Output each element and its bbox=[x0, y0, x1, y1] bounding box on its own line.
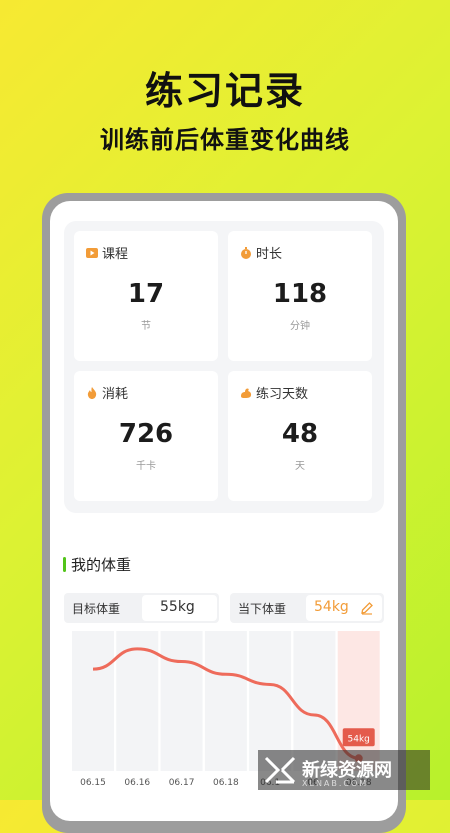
watermark-url: XLNAB.COM bbox=[302, 779, 369, 788]
video-icon bbox=[86, 247, 98, 258]
stat-unit-days: 天 bbox=[295, 461, 305, 472]
timer-icon bbox=[241, 246, 251, 259]
stat-card-courses[interactable]: 课程 17 节 bbox=[74, 231, 218, 361]
chart-column-bg[interactable] bbox=[160, 631, 203, 771]
chart-column-bg[interactable] bbox=[204, 631, 247, 771]
stat-value-calories: 726 bbox=[118, 419, 174, 449]
watermark: 新绿资源网 XLNAB.COM bbox=[258, 750, 430, 790]
stat-unit-courses: 节 bbox=[141, 321, 151, 332]
stat-label-text: 练习天数 bbox=[256, 387, 309, 402]
stat-value-courses: 17 bbox=[127, 279, 165, 309]
page-subtitle: 训练前后体重变化曲线 bbox=[100, 126, 350, 154]
stat-card-days[interactable]: 练习天数 48 天 bbox=[228, 371, 372, 501]
target-weight-box[interactable]: 目标体重 55kg bbox=[64, 593, 219, 623]
x-tick-label: 06.18 bbox=[213, 778, 239, 788]
stat-label-courses: 课程 bbox=[86, 243, 128, 262]
stat-value-duration: 118 bbox=[272, 279, 328, 309]
stats-panel: 课程 17 节 时长 118 分钟 消耗 726 千卡 练习天数 48 天 bbox=[64, 221, 384, 513]
target-weight-value: 55kg bbox=[160, 599, 195, 615]
edit-pencil-icon[interactable] bbox=[360, 601, 374, 615]
stat-label-calories: 消耗 bbox=[86, 383, 128, 402]
highlight-value-label: 54kg bbox=[348, 734, 370, 744]
current-weight-value-field[interactable]: 54kg bbox=[306, 595, 382, 621]
muscle-icon bbox=[241, 388, 252, 398]
target-weight-value-field[interactable]: 55kg bbox=[142, 595, 217, 621]
target-weight-label: 目标体重 bbox=[72, 602, 121, 616]
stat-label-text: 时长 bbox=[256, 247, 283, 262]
stat-unit-duration: 分钟 bbox=[290, 321, 310, 332]
stat-label-duration: 时长 bbox=[240, 243, 282, 262]
stat-label-text: 课程 bbox=[102, 247, 129, 262]
x-tick-label: 06.16 bbox=[124, 778, 150, 788]
x-tick-label: 06.15 bbox=[80, 778, 106, 788]
chart-column-bg[interactable] bbox=[72, 631, 114, 771]
section-title-weight: 我的体重 bbox=[71, 556, 132, 574]
flame-icon bbox=[87, 386, 97, 399]
section-accent-bar bbox=[63, 557, 66, 572]
stat-card-calories[interactable]: 消耗 726 千卡 bbox=[74, 371, 218, 501]
watermark-logo-icon bbox=[264, 756, 296, 784]
app-screen: 课程 17 节 时长 118 分钟 消耗 726 千卡 练习天数 48 天 我的… bbox=[50, 201, 398, 821]
stat-card-duration[interactable]: 时长 118 分钟 bbox=[228, 231, 372, 361]
current-weight-label: 当下体重 bbox=[238, 602, 287, 616]
stat-unit-calories: 千卡 bbox=[136, 461, 156, 472]
stat-value-days: 48 bbox=[281, 419, 319, 449]
current-weight-value: 54kg bbox=[314, 599, 349, 615]
current-weight-box[interactable]: 当下体重 54kg bbox=[230, 593, 384, 623]
page-title: 练习记录 bbox=[144, 69, 305, 113]
stat-label-days: 练习天数 bbox=[240, 383, 308, 402]
stat-label-text: 消耗 bbox=[102, 387, 129, 402]
x-tick-label: 06.17 bbox=[169, 778, 195, 788]
